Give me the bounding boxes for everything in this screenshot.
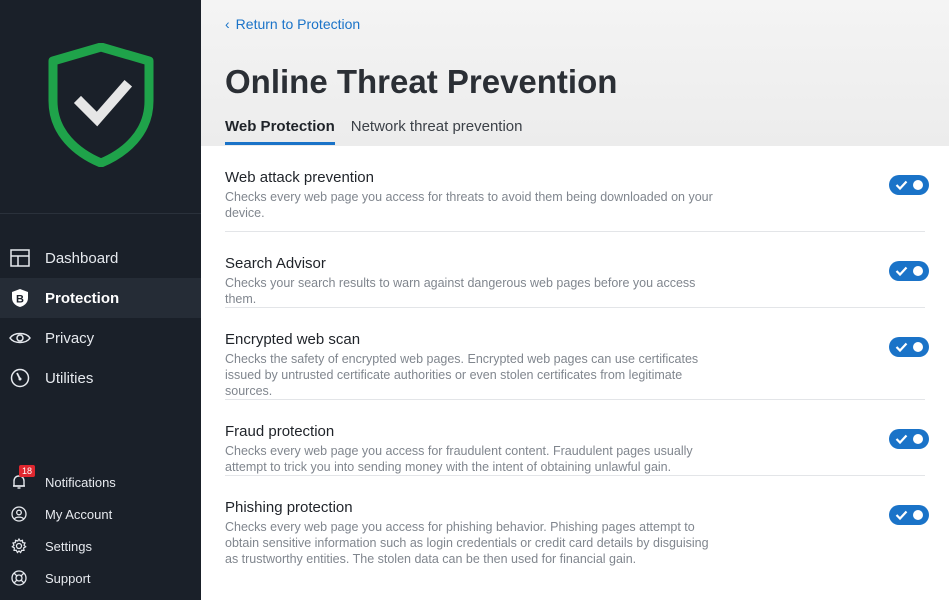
dashboard-icon xyxy=(9,247,31,269)
eye-icon xyxy=(9,327,31,349)
toggle-knob xyxy=(913,510,923,520)
shield-check-logo-icon xyxy=(48,43,154,167)
sidebar-item-settings[interactable]: Settings xyxy=(0,530,201,562)
sidebar-item-label: Support xyxy=(45,570,91,586)
encrypted-web-scan-toggle[interactable] xyxy=(889,337,929,357)
sidebar-item-support[interactable]: Support xyxy=(0,562,201,594)
setting-row-phishing-protection: Phishing protection Checks every web pag… xyxy=(225,476,929,567)
return-to-protection-link[interactable]: ‹ Return to Protection xyxy=(225,16,360,32)
web-attack-prevention-toggle[interactable] xyxy=(889,175,929,195)
setting-row-search-advisor: Search Advisor Checks your search result… xyxy=(225,232,929,308)
settings-list: Web attack prevention Checks every web p… xyxy=(201,146,949,567)
check-icon xyxy=(895,180,908,191)
fraud-protection-toggle[interactable] xyxy=(889,429,929,449)
sidebar-item-label: My Account xyxy=(45,506,113,522)
check-icon xyxy=(895,342,908,353)
sidebar-item-protection[interactable]: B Protection xyxy=(0,278,201,318)
sidebar-item-label: Utilities xyxy=(45,369,94,387)
setting-title: Phishing protection xyxy=(225,499,353,516)
tab-bar: Web Protection Network threat prevention xyxy=(225,118,539,145)
back-link-label: Return to Protection xyxy=(235,16,361,32)
toggle-knob xyxy=(913,180,923,190)
sidebar-item-notifications[interactable]: 18 Notifications xyxy=(0,465,201,498)
tab-web-protection[interactable]: Web Protection xyxy=(225,118,335,145)
sidebar-item-my-account[interactable]: My Account xyxy=(0,498,201,530)
check-icon xyxy=(895,266,908,277)
notification-count-badge: 18 xyxy=(19,465,36,477)
bitdefender-b-icon: B xyxy=(9,287,31,309)
sidebar-item-label: Notifications xyxy=(45,474,116,490)
setting-title: Search Advisor xyxy=(225,255,326,272)
toggle-knob xyxy=(913,266,923,276)
setting-title: Fraud protection xyxy=(225,423,335,440)
sidebar-item-label: Settings xyxy=(45,538,92,554)
setting-title: Encrypted web scan xyxy=(225,331,361,348)
setting-description: Checks your search results to warn again… xyxy=(225,276,696,306)
search-advisor-toggle[interactable] xyxy=(889,261,929,281)
toggle-knob xyxy=(913,342,923,352)
gear-icon xyxy=(10,537,28,555)
phishing-protection-toggle[interactable] xyxy=(889,505,929,525)
sidebar-item-label: Dashboard xyxy=(45,249,119,267)
setting-description: Checks every web page you access for thr… xyxy=(225,190,713,220)
sidebar: Dashboard B Protection Privacy Utilities… xyxy=(0,0,201,600)
bell-icon: 18 xyxy=(10,465,36,491)
sidebar-item-label: Protection xyxy=(45,289,120,307)
page-title: Online Threat Prevention xyxy=(225,63,618,100)
setting-row-fraud-protection: Fraud protection Checks every web page y… xyxy=(225,400,929,476)
sidebar-item-label: Privacy xyxy=(45,329,95,347)
gauge-icon xyxy=(9,367,31,389)
check-icon xyxy=(895,510,908,521)
page-header: ‹ Return to Protection Online Threat Prev… xyxy=(201,0,949,146)
sidebar-item-utilities[interactable]: Utilities xyxy=(0,358,201,398)
toggle-knob xyxy=(913,434,923,444)
svg-text:B: B xyxy=(16,294,24,306)
user-circle-icon xyxy=(10,505,28,523)
chevron-left-icon: ‹ xyxy=(225,16,230,32)
setting-description: Checks every web page you access for phi… xyxy=(225,520,709,566)
sidebar-item-dashboard[interactable]: Dashboard xyxy=(0,238,201,278)
setting-row-encrypted-web-scan: Encrypted web scan Checks the safety of … xyxy=(225,308,929,400)
lifebuoy-icon xyxy=(10,569,28,587)
tab-network-threat-prevention[interactable]: Network threat prevention xyxy=(351,118,523,145)
sidebar-item-privacy[interactable]: Privacy xyxy=(0,318,201,358)
logo-area xyxy=(0,0,201,214)
setting-title: Web attack prevention xyxy=(225,169,374,186)
setting-description: Checks every web page you access for fra… xyxy=(225,444,693,474)
setting-row-web-attack-prevention: Web attack prevention Checks every web p… xyxy=(225,146,929,232)
setting-description: Checks the safety of encrypted web pages… xyxy=(225,352,699,398)
check-icon xyxy=(895,434,908,445)
